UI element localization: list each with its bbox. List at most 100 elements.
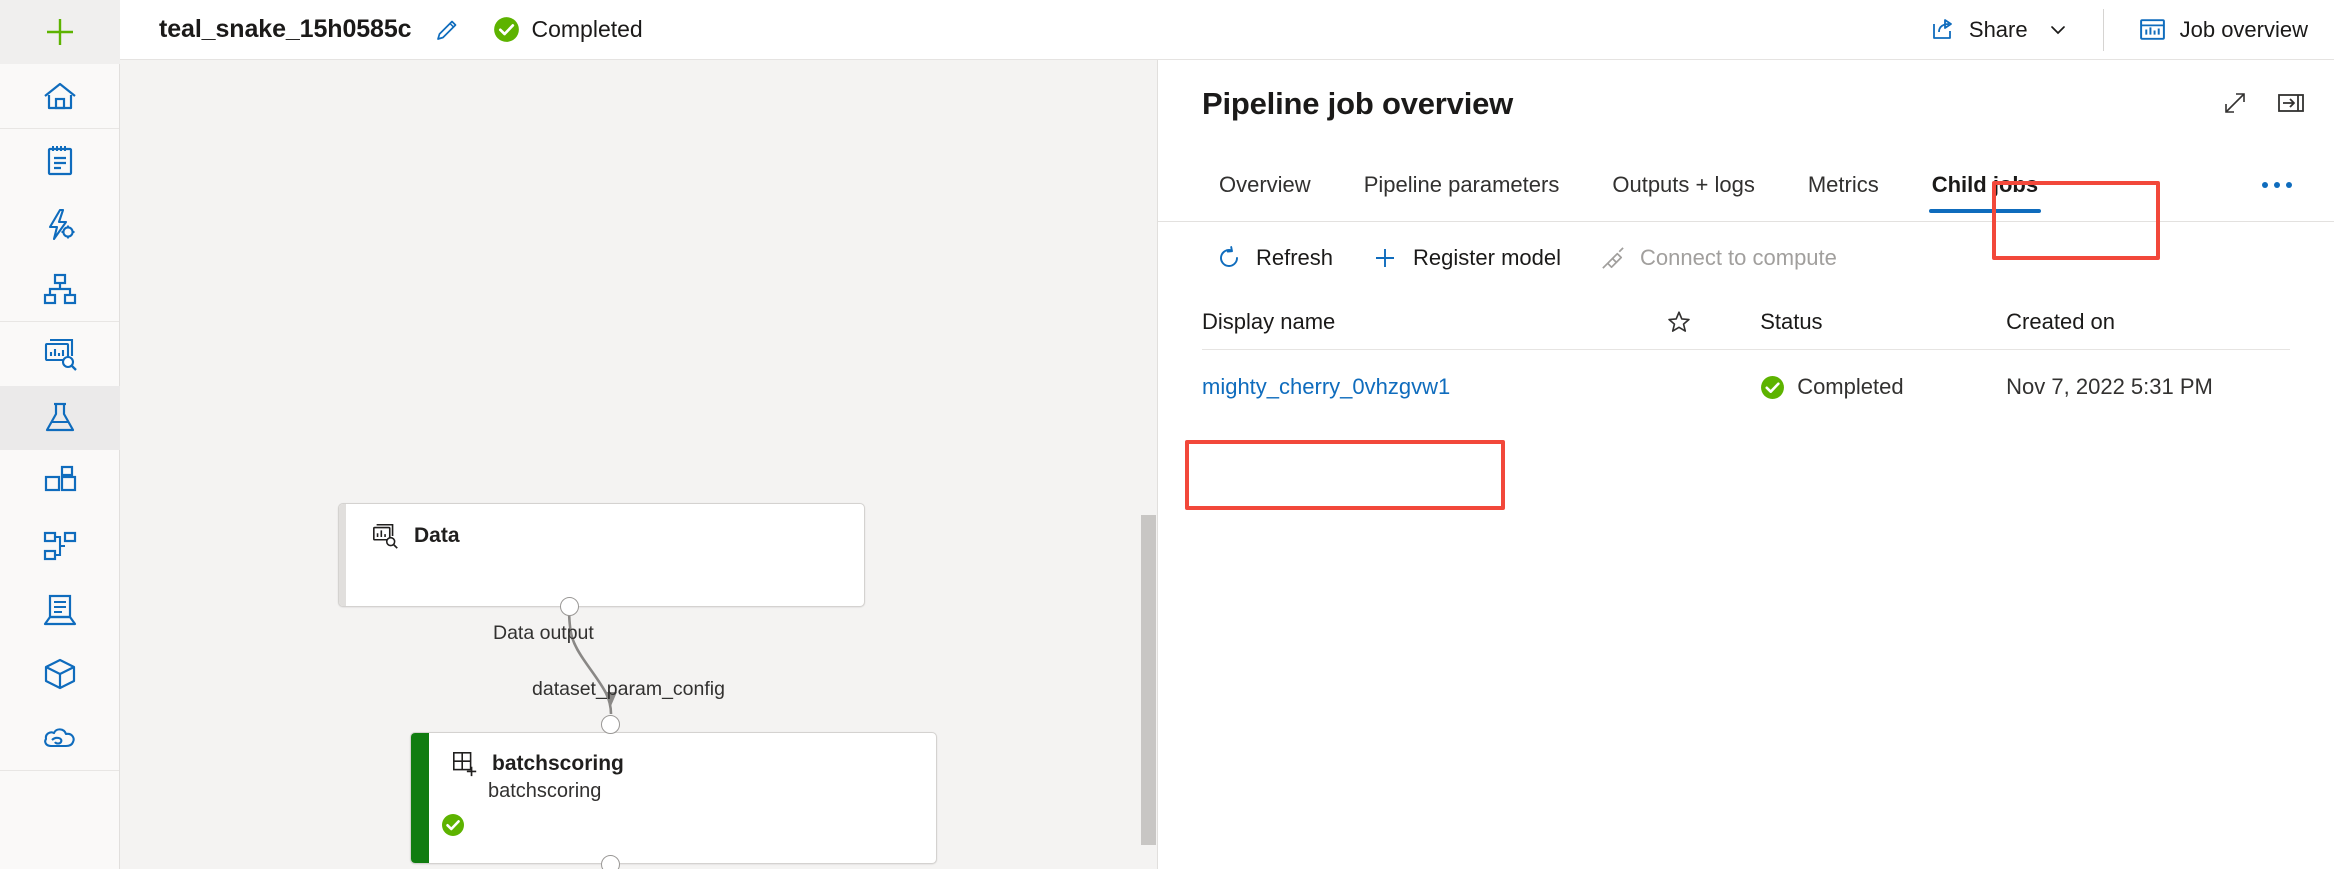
notebook-icon xyxy=(47,146,73,176)
hierarchy-icon xyxy=(43,273,77,305)
tab-child-jobs[interactable]: Child jobs xyxy=(1915,148,2055,221)
plus-icon xyxy=(47,19,73,45)
pipelines-button[interactable] xyxy=(0,514,120,578)
panel-command-bar: Refresh Register model Connect to comput… xyxy=(1158,222,2334,294)
canvas-scrollbar-thumb[interactable] xyxy=(1141,515,1156,845)
component-grid-plus-icon xyxy=(453,752,477,777)
panel-title: Pipeline job overview xyxy=(1202,86,1514,121)
graph-node-data[interactable]: Data xyxy=(338,503,865,607)
automated-ml-button[interactable] xyxy=(0,193,120,257)
share-button[interactable]: Share xyxy=(1916,8,2081,52)
cube-icon xyxy=(44,658,76,690)
collapse-panel-icon xyxy=(2278,94,2304,112)
child-jobs-table: Display name Status Created on mighty_ch… xyxy=(1158,294,2334,424)
canvas-scrollbar[interactable] xyxy=(1140,60,1157,869)
tab-metrics-label: Metrics xyxy=(1807,171,1879,197)
node-title: Data xyxy=(414,524,460,547)
expand-diagonal-icon xyxy=(2225,93,2245,113)
table-header-row: Display name Status Created on xyxy=(1202,294,2290,350)
share-button-label: Share xyxy=(1968,16,2028,42)
column-header-status[interactable]: Status xyxy=(1760,309,2006,335)
cell-status: Completed xyxy=(1760,374,2006,400)
pipeline-graph-canvas[interactable]: Data batchscoring batchscoring Data outp… xyxy=(120,60,1157,869)
completed-check-icon xyxy=(442,814,464,836)
environments-button[interactable] xyxy=(0,578,120,642)
page-title: teal_snake_15h0585c xyxy=(159,15,412,43)
rail-group-primary xyxy=(0,0,120,129)
job-overview-button[interactable]: Job overview xyxy=(2126,7,2320,52)
flask-icon xyxy=(45,402,75,432)
tab-outputs-logs[interactable]: Outputs + logs xyxy=(1595,148,1771,221)
endpoints-button[interactable] xyxy=(0,706,120,770)
pipeline-job-page: teal_snake_15h0585c Completed Share Job … xyxy=(0,0,2334,869)
top-command-bar: teal_snake_15h0585c Completed Share Job … xyxy=(120,0,2334,60)
graph-node-batchscoring[interactable]: batchscoring batchscoring xyxy=(410,732,937,864)
column-header-created-on[interactable]: Created on xyxy=(2006,309,2290,335)
column-header-favorite[interactable] xyxy=(1666,309,1761,335)
components-icon xyxy=(44,465,77,492)
cloud-endpoint-icon xyxy=(44,728,75,748)
plug-icon xyxy=(1602,246,1624,269)
tab-pipeline-parameters[interactable]: Pipeline parameters xyxy=(1347,148,1577,221)
tab-metrics[interactable]: Metrics xyxy=(1791,148,1896,221)
edit-name-button[interactable] xyxy=(433,16,461,44)
dataset-input-port[interactable] xyxy=(601,715,620,734)
table-row[interactable]: mighty_cherry_0vhzgvw1 Completed Nov 7, … xyxy=(1202,350,2290,424)
register-model-button[interactable]: Register model xyxy=(1355,235,1577,281)
cell-status-label: Completed xyxy=(1797,374,1904,399)
data-monitoring-button[interactable] xyxy=(0,322,120,386)
pipeline-job-overview-panel: Pipeline job overview Overview Pipeline … xyxy=(1157,60,2334,869)
node-body: Data xyxy=(339,504,864,606)
collapse-panel-button[interactable] xyxy=(2274,86,2308,120)
node-subtitle: batchscoring xyxy=(488,780,602,802)
expand-panel-button[interactable] xyxy=(2218,86,2252,120)
node-body: batchscoring batchscoring xyxy=(411,733,936,863)
refresh-icon xyxy=(1220,246,1238,267)
environment-icon xyxy=(43,594,77,626)
refresh-button[interactable]: Refresh xyxy=(1200,236,1349,280)
node-status-icon xyxy=(441,813,465,842)
child-job-link[interactable]: mighty_cherry_0vhzgvw1 xyxy=(1202,374,1450,399)
home-button[interactable] xyxy=(0,64,120,128)
left-nav-rail xyxy=(0,0,120,869)
rail-group-authoring xyxy=(0,129,119,322)
chart-report-icon xyxy=(2139,19,2165,40)
designer-button[interactable] xyxy=(0,257,120,321)
panel-tabs: Overview Pipeline parameters Outputs + l… xyxy=(1158,148,2334,222)
models-button[interactable] xyxy=(0,642,120,706)
column-header-created-on-label: Created on xyxy=(2006,308,2116,334)
score-output-port[interactable] xyxy=(601,855,620,869)
tab-child-jobs-label: Child jobs xyxy=(1931,171,2039,197)
column-header-display-name-label: Display name xyxy=(1202,308,1336,334)
jobs-button[interactable] xyxy=(0,386,120,450)
data-output-label: Data output xyxy=(493,622,594,644)
new-button[interactable] xyxy=(0,0,120,64)
pencil-icon xyxy=(437,20,457,40)
pipeline-icon xyxy=(43,531,77,561)
node-header: batchscoring xyxy=(411,733,936,778)
rail-group-assets xyxy=(0,322,120,771)
connect-to-compute-button: Connect to compute xyxy=(1583,236,1853,281)
notebooks-button[interactable] xyxy=(0,129,120,193)
data-output-port[interactable] xyxy=(560,597,579,616)
cell-display-name: mighty_cherry_0vhzgvw1 xyxy=(1202,374,1666,400)
plus-icon xyxy=(1376,249,1395,267)
data-search-icon xyxy=(373,523,398,549)
home-icon xyxy=(44,82,76,110)
node-title: batchscoring xyxy=(492,752,624,775)
status-badge: Completed xyxy=(493,16,643,43)
pipeline-graph: Data batchscoring batchscoring Data outp… xyxy=(120,60,1157,869)
topbar-divider xyxy=(2102,8,2104,51)
refresh-button-label: Refresh xyxy=(1256,245,1334,270)
data-search-icon xyxy=(44,338,77,371)
column-header-status-label: Status xyxy=(1760,308,1823,334)
star-icon xyxy=(1667,310,1690,332)
job-overview-button-label: Job overview xyxy=(2179,16,2308,42)
column-header-display-name[interactable]: Display name xyxy=(1202,309,1666,335)
cell-created-on: Nov 7, 2022 5:31 PM xyxy=(2006,374,2213,399)
tabs-overflow-button[interactable] xyxy=(2248,148,2306,221)
dataset-param-config-label: dataset_param_config xyxy=(532,678,725,700)
components-button[interactable] xyxy=(0,450,120,514)
tab-overview[interactable]: Overview xyxy=(1202,148,1328,221)
ellipsis-icon xyxy=(2262,181,2292,188)
